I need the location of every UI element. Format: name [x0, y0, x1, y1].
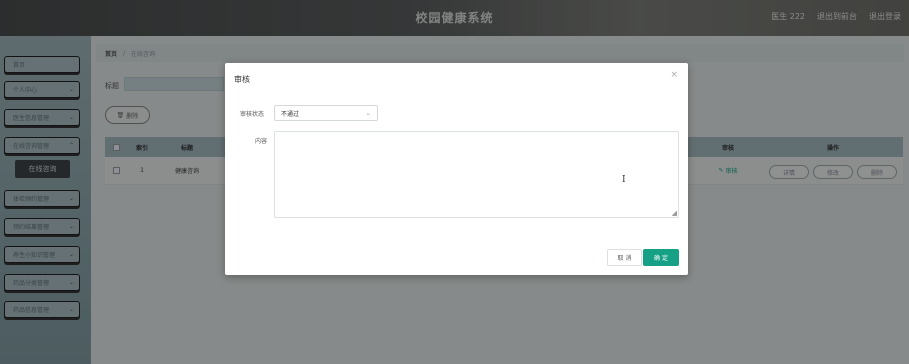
chevron-down-icon: ⌄ [365, 109, 371, 117]
dialog-title: 审核 [234, 75, 250, 84]
close-icon[interactable]: × [670, 70, 678, 80]
resize-handle-icon[interactable]: ◢ [672, 209, 677, 217]
audit-status-value: 不通过 [281, 110, 300, 118]
text-cursor-icon: I [622, 175, 626, 185]
audit-dialog: 审核 × 审核状态 不通过 ⌄ 内容 ◢ I 取 消 确 定 [225, 63, 688, 275]
content-textarea[interactable]: ◢ [274, 131, 679, 218]
audit-status-select[interactable]: 不通过 ⌄ [274, 105, 378, 121]
content-label: 内容 [255, 138, 268, 145]
audit-status-label: 审核状态 [240, 111, 265, 118]
confirm-button[interactable]: 确 定 [643, 249, 679, 266]
cancel-button[interactable]: 取 消 [607, 249, 642, 266]
